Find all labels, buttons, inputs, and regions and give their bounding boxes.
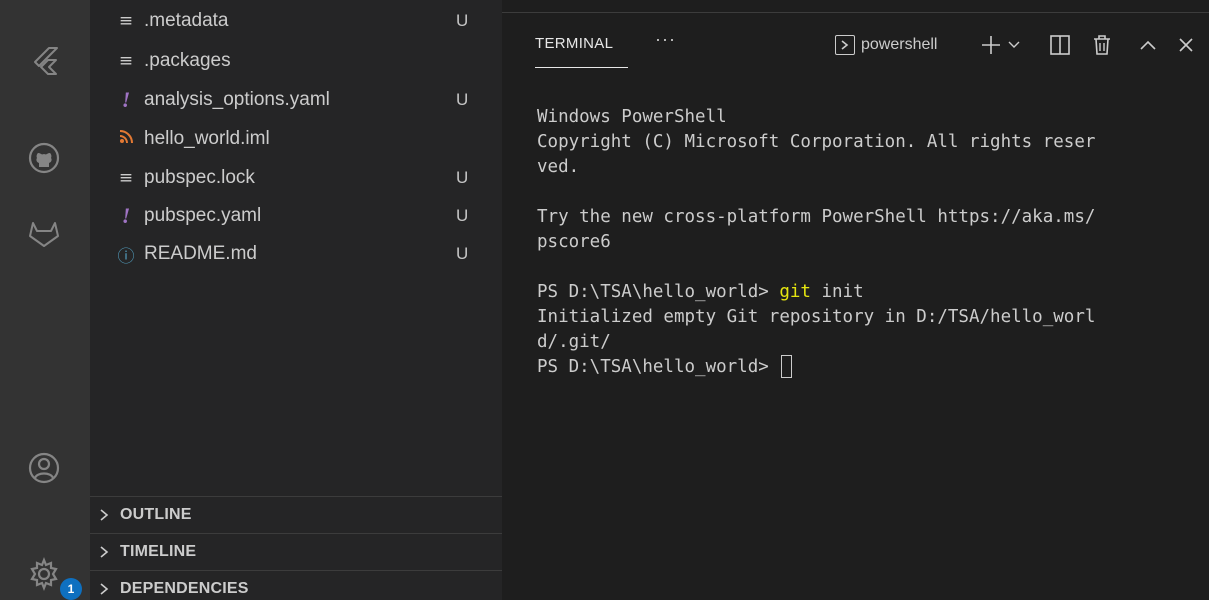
terminal-selector[interactable]: powershell (835, 31, 937, 59)
account-icon[interactable] (22, 446, 66, 490)
close-panel-button[interactable] (1174, 31, 1198, 59)
terminal-line: d/.git/ (537, 332, 611, 352)
terminal-panel: TERMINAL ··· powershell Windows PowerShe… (502, 13, 1209, 600)
trash-icon (1094, 35, 1110, 55)
file-item-analysis-options[interactable]: ! analysis_options.yaml U (90, 81, 502, 119)
command-keyword: git (779, 282, 811, 302)
terminal-command-line: PS D:\TSA\hello_world> git init (537, 280, 1197, 305)
git-status-untracked: U (456, 206, 469, 225)
git-status-untracked: U (456, 90, 469, 109)
terminal-cursor (781, 355, 793, 378)
section-timeline[interactable]: TIMELINE (90, 533, 502, 569)
github-icon[interactable] (22, 136, 66, 180)
flutter-icon[interactable] (22, 38, 66, 82)
chevron-up-icon (1140, 40, 1156, 50)
yaml-icon: ! (121, 87, 131, 112)
chevron-right-icon (98, 534, 110, 570)
explorer-sidebar: ≡ .metadata U ≡ .packages ! analysis_opt… (90, 0, 502, 600)
section-outline[interactable]: OUTLINE (90, 496, 502, 532)
section-label: DEPENDENCIES (120, 579, 249, 597)
file-item-readme[interactable]: ⓘ README.md U (90, 235, 502, 273)
yaml-icon: ! (121, 203, 131, 228)
file-name: hello_world.iml (144, 128, 270, 149)
shell-name: powershell (861, 36, 938, 53)
file-name: README.md (144, 243, 257, 264)
kill-terminal-button[interactable] (1089, 31, 1115, 59)
git-status-untracked: U (456, 168, 469, 187)
new-terminal-button[interactable] (980, 31, 1024, 59)
lines-icon: ≡ (118, 51, 134, 71)
lines-icon: ≡ (118, 11, 134, 31)
activity-bar: 1 (0, 0, 90, 600)
file-name: analysis_options.yaml (144, 89, 330, 110)
file-item-pubspec-yaml[interactable]: ! pubspec.yaml U (90, 197, 502, 235)
file-item-metadata[interactable]: ≡ .metadata U (90, 2, 502, 40)
split-icon (1050, 35, 1070, 55)
active-tab-indicator (535, 67, 628, 68)
prompt: PS D:\TSA\hello_world> (537, 282, 780, 302)
lines-icon: ≡ (118, 168, 134, 188)
chevron-right-icon (98, 497, 110, 533)
git-status-untracked: U (456, 244, 469, 263)
terminal-line: Copyright (C) Microsoft Corporation. All… (537, 132, 1096, 152)
file-name: .packages (144, 50, 231, 71)
section-label: OUTLINE (120, 505, 192, 523)
terminal-output[interactable]: Windows PowerShell Copyright (C) Microso… (537, 105, 1197, 380)
close-icon (1179, 38, 1193, 52)
rss-icon (116, 129, 136, 149)
file-item-pubspec-lock[interactable]: ≡ pubspec.lock U (90, 159, 502, 197)
terminal-line: Windows PowerShell (537, 107, 727, 127)
terminal-prompt-line: PS D:\TSA\hello_world> (537, 355, 1197, 380)
tab-terminal[interactable]: TERMINAL (535, 35, 613, 52)
maximize-panel-button[interactable] (1136, 31, 1160, 59)
file-name: pubspec.lock (144, 167, 255, 188)
more-tabs-button[interactable]: ··· (655, 29, 676, 50)
settings-gear-icon[interactable]: 1 (22, 552, 82, 600)
terminal-icon (835, 35, 855, 55)
file-name: .metadata (144, 10, 229, 31)
chevron-right-icon (98, 571, 110, 600)
terminal-line: Initialized empty Git repository in D:/T… (537, 307, 1096, 327)
git-status-untracked: U (456, 11, 469, 30)
gitlab-icon[interactable] (22, 212, 66, 256)
prompt: PS D:\TSA\hello_world> (537, 357, 780, 377)
file-item-hello-world-iml[interactable]: hello_world.iml (90, 120, 502, 158)
section-label: TIMELINE (120, 542, 197, 560)
terminal-line: ved. (537, 157, 580, 177)
notification-badge: 1 (60, 578, 82, 600)
file-name: pubspec.yaml (144, 205, 262, 226)
plus-icon (982, 36, 1020, 54)
info-icon: ⓘ (117, 246, 135, 267)
split-terminal-button[interactable] (1047, 31, 1073, 59)
command-args: init (810, 282, 864, 302)
editor-area-edge (502, 0, 1209, 12)
terminal-line: pscore6 (537, 232, 611, 252)
section-dependencies[interactable]: DEPENDENCIES (90, 570, 502, 600)
terminal-line: Try the new cross-platform PowerShell ht… (537, 207, 1096, 227)
file-item-packages[interactable]: ≡ .packages (90, 42, 502, 80)
